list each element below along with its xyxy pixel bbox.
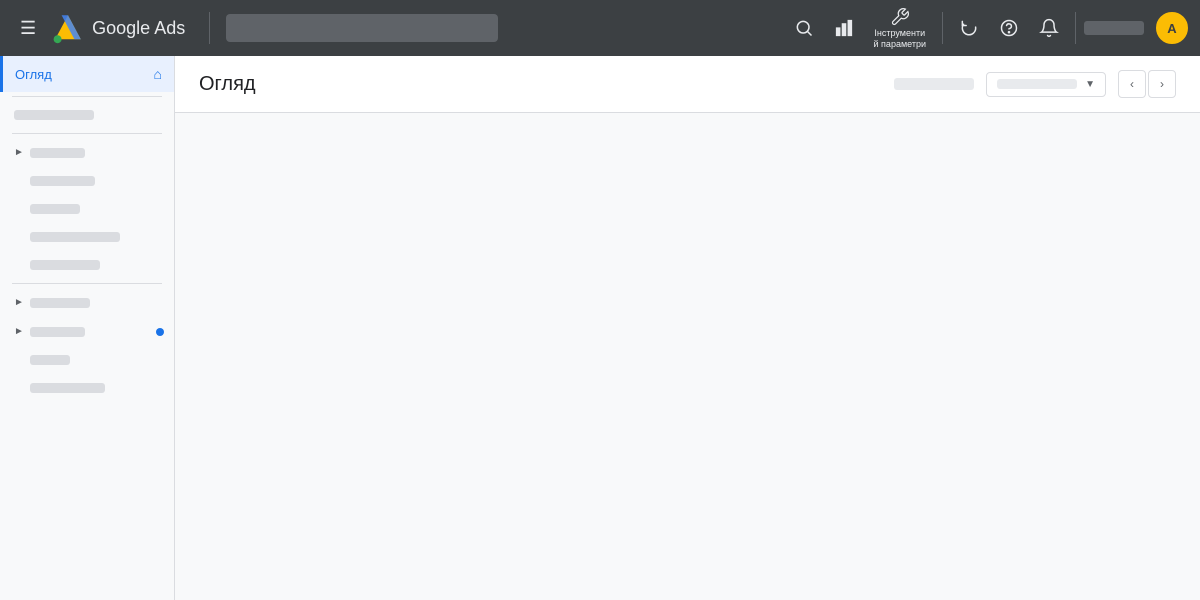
sidebar-item-8[interactable]: ►	[0, 317, 174, 346]
search-icon	[794, 18, 814, 38]
sidebar-divider-2	[12, 133, 162, 134]
sidebar-label-bar	[30, 148, 85, 158]
content-area: Огляд ▼ ‹ ›	[175, 56, 1200, 600]
reports-button[interactable]	[826, 14, 862, 42]
hamburger-menu-icon[interactable]: ☰	[12, 10, 44, 47]
sidebar-item-1[interactable]	[0, 101, 174, 129]
refresh-icon	[959, 18, 979, 38]
refresh-button[interactable]	[951, 14, 987, 42]
content-header: Огляд ▼ ‹ ›	[175, 56, 1200, 113]
sidebar-label-bar	[30, 232, 120, 242]
sidebar-label-bar	[30, 327, 85, 337]
sidebar-label-bar	[14, 110, 94, 120]
top-navigation: ☰ Google Ads	[0, 0, 1200, 56]
sidebar-label-bar	[30, 260, 100, 270]
nav-arrows: ‹ ›	[1118, 70, 1176, 98]
sidebar-item-4[interactable]	[0, 195, 174, 223]
sidebar-item-2[interactable]: ►	[0, 138, 174, 167]
chevron-icon: ►	[14, 297, 24, 308]
account-name-bar	[1084, 21, 1144, 35]
search-button[interactable]	[786, 14, 822, 42]
sidebar: Огляд ⌂ ►	[0, 56, 175, 600]
next-button[interactable]: ›	[1148, 70, 1176, 98]
home-icon: ⌂	[154, 66, 162, 82]
google-ads-logo-icon	[52, 12, 84, 44]
main-layout: Огляд ⌂ ►	[0, 56, 1200, 600]
nav-icon-divider	[942, 12, 943, 44]
sidebar-item-9[interactable]	[0, 346, 174, 374]
dropdown-label-bar	[997, 79, 1077, 89]
date-range-dropdown[interactable]: ▼	[986, 72, 1106, 97]
dropdown-chevron-icon: ▼	[1085, 79, 1095, 90]
page-title: Огляд	[199, 73, 256, 96]
reports-icon	[834, 18, 854, 38]
notifications-button[interactable]	[1031, 14, 1067, 42]
sidebar-label-bar	[30, 298, 90, 308]
tools-button[interactable]: Інструментий параметри	[866, 3, 934, 54]
sidebar-label-bar	[30, 204, 80, 214]
sidebar-divider-3	[12, 283, 162, 284]
tools-label: Інструментий параметри	[874, 28, 926, 50]
chevron-icon: ►	[14, 326, 24, 337]
logo-area: Google Ads	[52, 12, 185, 44]
prev-button[interactable]: ‹	[1118, 70, 1146, 98]
nav-divider	[209, 12, 210, 44]
top-search-bar[interactable]	[226, 14, 498, 42]
sidebar-item-10[interactable]	[0, 374, 174, 402]
sidebar-item-5[interactable]	[0, 223, 174, 251]
sidebar-label-bar	[30, 383, 105, 393]
help-icon	[999, 18, 1019, 38]
sidebar-label-bar	[30, 355, 70, 365]
content-body	[175, 113, 1200, 600]
sidebar-divider-1	[12, 96, 162, 97]
tools-icon	[890, 7, 910, 27]
notifications-icon	[1039, 18, 1059, 38]
nav-icon-divider-2	[1075, 12, 1076, 44]
header-label-bar	[894, 78, 974, 90]
header-actions: ▼ ‹ ›	[894, 70, 1176, 98]
chevron-icon: ►	[14, 147, 24, 158]
sidebar-item-3[interactable]	[0, 167, 174, 195]
sidebar-item-overview[interactable]: Огляд ⌂	[0, 56, 174, 92]
sidebar-item-6[interactable]	[0, 251, 174, 279]
nav-icons-group: Інструментий параметри A	[786, 3, 1188, 54]
help-button[interactable]	[991, 14, 1027, 42]
sidebar-overview-label: Огляд	[15, 67, 52, 82]
user-avatar[interactable]: A	[1156, 12, 1188, 44]
notification-dot	[156, 328, 164, 336]
sidebar-item-7[interactable]: ►	[0, 288, 174, 317]
app-title: Google Ads	[92, 18, 185, 39]
sidebar-label-bar	[30, 176, 95, 186]
